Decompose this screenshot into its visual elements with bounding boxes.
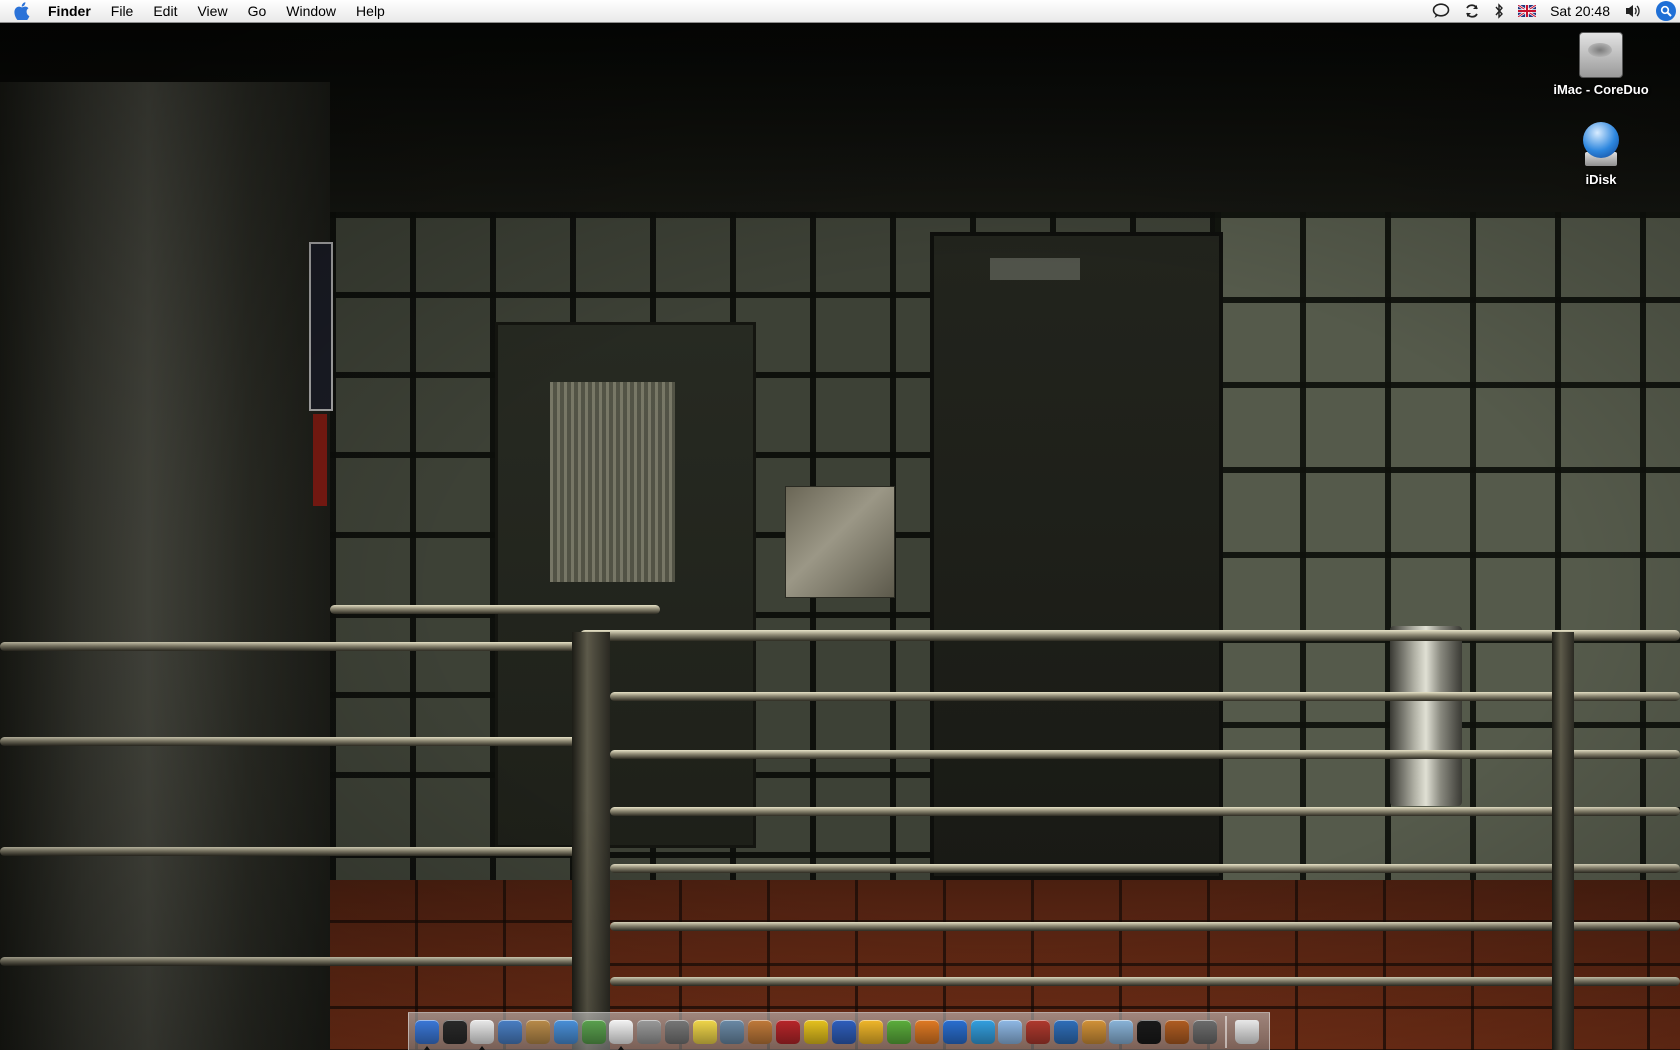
dock-app-list	[413, 1019, 1219, 1050]
menu-view[interactable]: View	[187, 0, 237, 22]
running-indicator	[479, 1045, 486, 1050]
bluetooth-icon[interactable]	[1494, 3, 1504, 19]
automator-icon[interactable]	[1192, 1019, 1217, 1044]
skype-icon[interactable]	[970, 1019, 995, 1044]
calculator-icon[interactable]	[664, 1019, 689, 1044]
spotlight-search-icon[interactable]	[1656, 1, 1676, 21]
running-indicator	[618, 1045, 625, 1050]
ichat-status-icon[interactable]	[1432, 3, 1450, 19]
image-capture-icon[interactable]	[748, 1019, 773, 1044]
menu-window[interactable]: Window	[276, 0, 346, 22]
menu-go[interactable]: Go	[238, 0, 277, 22]
menu-extras: Sat 20:48	[1425, 0, 1680, 22]
preview-icon[interactable]	[498, 1019, 523, 1044]
desktop-icon-idisk[interactable]: iDisk	[1541, 122, 1661, 187]
spss-icon[interactable]	[887, 1019, 912, 1044]
finder-icon[interactable]	[414, 1019, 439, 1050]
disk-utility-icon[interactable]	[1164, 1019, 1189, 1044]
stickies-icon[interactable]	[692, 1019, 717, 1044]
idisk-icon	[1579, 122, 1623, 168]
safari-icon[interactable]	[553, 1019, 578, 1044]
iphoto-icon[interactable]	[720, 1019, 745, 1044]
box-icon[interactable]	[998, 1019, 1023, 1044]
menu-edit[interactable]: Edit	[143, 0, 187, 22]
trash-icon[interactable]	[1234, 1019, 1259, 1044]
menu-file[interactable]: File	[101, 0, 144, 22]
menu-app-finder[interactable]: Finder	[44, 0, 101, 22]
photo-booth-icon[interactable]	[776, 1019, 801, 1044]
desktop-icon-label: iDisk	[1585, 172, 1617, 187]
running-indicator	[423, 1045, 430, 1050]
menu-help[interactable]: Help	[346, 0, 395, 22]
ichat-icon[interactable]	[470, 1019, 495, 1050]
itunes-icon[interactable]	[581, 1019, 606, 1044]
console-warning-icon[interactable]	[803, 1019, 828, 1044]
ical-icon[interactable]	[609, 1019, 634, 1050]
system-preferences-icon[interactable]	[637, 1019, 662, 1044]
uk-flag-input-icon[interactable]	[1518, 5, 1537, 17]
powerpoint-icon[interactable]	[914, 1019, 939, 1044]
wallpaper-vignette	[0, 22, 1680, 1050]
address-book-icon[interactable]	[526, 1019, 551, 1044]
sync-icon[interactable]	[1464, 3, 1480, 19]
network-icon[interactable]	[1109, 1019, 1134, 1044]
desktop-icon-label: iMac - CoreDuo	[1553, 82, 1649, 97]
dashboard-icon[interactable]	[442, 1019, 467, 1044]
dock	[408, 1012, 1270, 1050]
xcode-hammer-icon[interactable]	[831, 1019, 856, 1044]
dock-separator	[1224, 1015, 1227, 1048]
menu-bar: Finder File Edit View Go Window Help Sat…	[0, 0, 1680, 23]
desktop-icon-hard-drive[interactable]: iMac - CoreDuo	[1541, 32, 1661, 97]
google-earth-icon[interactable]	[1053, 1019, 1078, 1044]
word-icon[interactable]	[942, 1019, 967, 1044]
desktop: iMac - CoreDuo iDisk	[0, 22, 1680, 1050]
terminal-icon[interactable]	[1137, 1019, 1162, 1044]
hard-drive-icon	[1579, 32, 1623, 78]
dictionary-icon[interactable]	[1026, 1019, 1051, 1044]
volume-icon[interactable]	[1624, 3, 1642, 19]
cashflow-icon[interactable]	[859, 1019, 884, 1044]
cyberduck-icon[interactable]	[1081, 1019, 1106, 1044]
menu-clock[interactable]: Sat 20:48	[1550, 3, 1610, 19]
apple-icon[interactable]	[0, 0, 44, 22]
